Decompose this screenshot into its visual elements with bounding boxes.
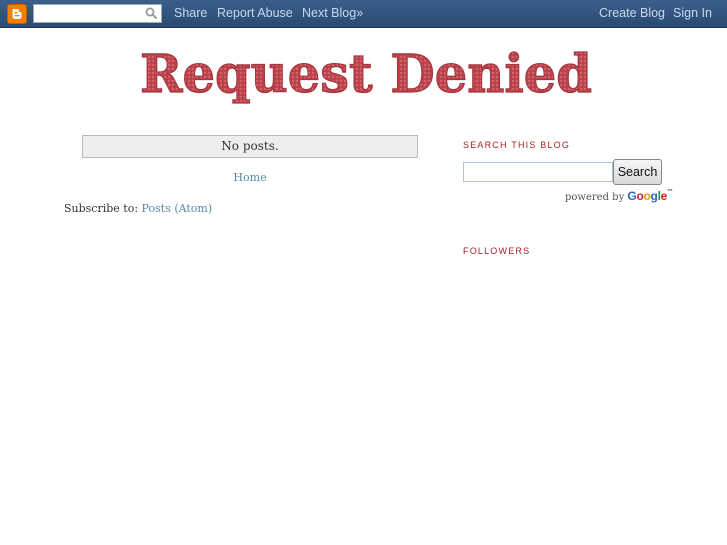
search-icon[interactable] (145, 7, 158, 20)
next-blog-link[interactable]: Next Blog» (302, 6, 363, 20)
report-abuse-link[interactable]: Report Abuse (217, 6, 293, 20)
blog-search-input[interactable] (463, 162, 613, 182)
subscribe-label: Subscribe to: (64, 202, 142, 215)
google-logo-icon: Google™ (627, 189, 673, 203)
search-this-blog-heading: Search This Blog (463, 140, 571, 150)
share-link[interactable]: Share (174, 6, 207, 20)
sign-in-link[interactable]: Sign In (673, 6, 712, 20)
followers-heading: Followers (463, 246, 531, 256)
home-link-text[interactable]: Home (233, 171, 266, 184)
navbar-search-input[interactable] (36, 6, 144, 21)
navbar: Share Report Abuse Next Blog» Create Blo… (0, 0, 727, 28)
blog-title-text: Request Denied (140, 44, 592, 105)
blog-title[interactable]: Request Denied (136, 36, 596, 116)
blogger-logo-icon[interactable] (7, 4, 27, 24)
blog-search-button[interactable]: Search (613, 159, 662, 185)
posts-atom-link[interactable]: Posts (Atom) (142, 202, 213, 215)
navbar-search-box (33, 4, 162, 23)
powered-by-label: powered by (565, 192, 625, 203)
create-blog-link[interactable]: Create Blog (599, 6, 665, 20)
powered-by-google: powered by Google™ (565, 189, 673, 203)
subscribe-line: Subscribe to: Posts (Atom) (64, 202, 212, 215)
home-link: Home (82, 171, 418, 184)
no-posts-message: No posts. (82, 135, 418, 158)
